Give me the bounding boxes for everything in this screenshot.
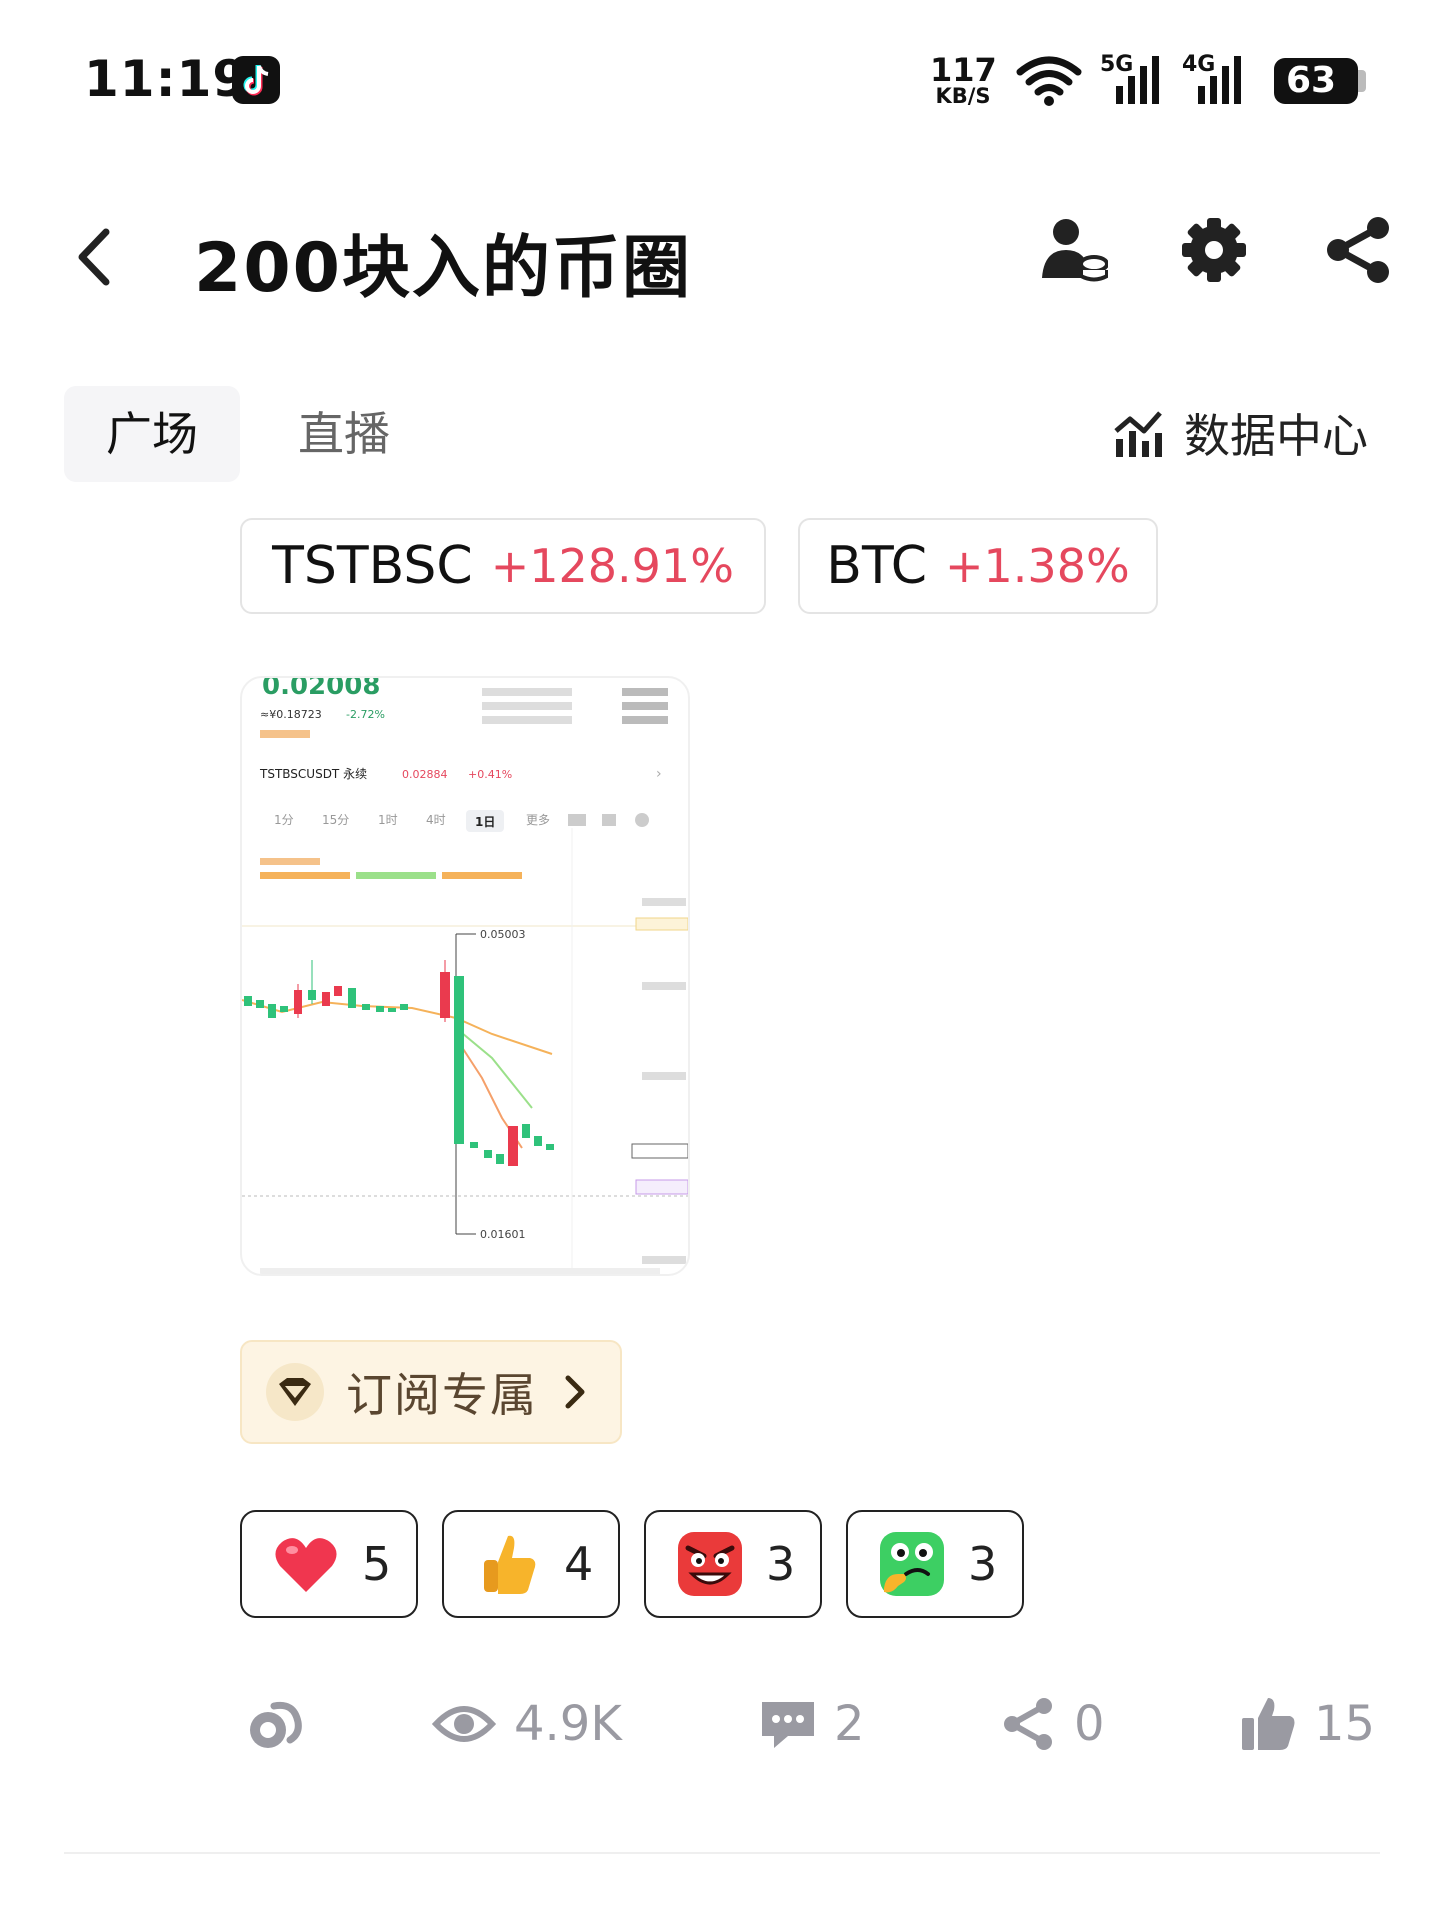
thumb-cny-change: -2.72% xyxy=(346,708,385,721)
ticker-symbol: TSTBSC xyxy=(272,536,473,596)
network-speed-unit: KB/S xyxy=(935,84,991,108)
ticker-change: +128.91% xyxy=(490,539,734,593)
battery-cap xyxy=(1358,70,1366,92)
post-image-thumbnail[interactable]: 0.02008 ≈¥0.18723 -2.72% TSTBSCUSDT 永续 0… xyxy=(240,676,690,1276)
share-count: 0 xyxy=(1074,1696,1105,1752)
reaction-count: 3 xyxy=(766,1537,796,1591)
thumb-cny-price: ≈¥0.18723 xyxy=(260,708,322,721)
comment-icon xyxy=(762,1702,814,1748)
ticker-chip-btc[interactable]: BTC +1.38% xyxy=(798,518,1158,614)
subscribe-exclusive-button[interactable]: 订阅专属 xyxy=(240,1340,622,1444)
wifi-icon xyxy=(1016,56,1082,106)
angry-face-icon xyxy=(678,1532,742,1596)
subscribe-label: 订阅专属 xyxy=(346,1368,538,1422)
reaction-heart[interactable]: 5 xyxy=(240,1510,418,1618)
thumb-high-label: 0.05003 xyxy=(480,928,526,941)
thumb-interval-15m: 15分 xyxy=(322,813,349,827)
reaction-count: 5 xyxy=(362,1537,392,1591)
reaction-count: 3 xyxy=(968,1537,998,1591)
battery-indicator: 63 xyxy=(1274,58,1358,104)
status-time: 11:19 xyxy=(84,50,249,108)
thinking-face-icon xyxy=(880,1532,944,1596)
thumb-low-label: 0.01601 xyxy=(480,1228,526,1241)
data-center-label: 数据中心 xyxy=(1184,409,1368,463)
thumb-interval-more: 更多 xyxy=(526,813,550,827)
back-arrow-icon[interactable] xyxy=(70,222,120,292)
thumb-interval-1d: 1日 xyxy=(475,815,495,829)
reaction-thumbs-up[interactable]: 4 xyxy=(442,1510,620,1618)
thumb-interval-4h: 4时 xyxy=(426,813,446,827)
divider xyxy=(64,1852,1380,1854)
reaction-angry[interactable]: 3 xyxy=(644,1510,822,1618)
reaction-count: 4 xyxy=(564,1537,594,1591)
share-icon xyxy=(1004,1698,1052,1750)
share-count-button[interactable]: 0 xyxy=(1000,1690,1105,1758)
comment-count: 2 xyxy=(834,1696,865,1752)
like-button[interactable]: 15 xyxy=(1240,1690,1375,1758)
like-count: 15 xyxy=(1314,1696,1376,1752)
ticker-symbol: BTC xyxy=(826,536,927,596)
thumb-interval-1m: 1分 xyxy=(274,813,294,827)
member-icon[interactable] xyxy=(1036,214,1108,286)
reaction-thinking[interactable]: 3 xyxy=(846,1510,1024,1618)
view-count-value: 4.9K xyxy=(514,1696,622,1752)
diamond-icon xyxy=(266,1363,324,1421)
ticker-chip-tstbsc[interactable]: TSTBSC +128.91% xyxy=(240,518,766,614)
eye-icon xyxy=(432,1706,496,1742)
page-title: 200块入的币圈 xyxy=(194,229,692,308)
data-center-link[interactable]: 数据中心 xyxy=(1112,398,1368,468)
thumb-pair-change: +0.41% xyxy=(468,768,512,781)
ticker-change: +1.38% xyxy=(945,539,1130,593)
chart-icon xyxy=(1114,411,1162,457)
thumb-price-top: 0.02008 xyxy=(262,678,380,701)
heart-icon xyxy=(275,1538,337,1592)
network-speed-value: 117 xyxy=(930,51,997,89)
svg-text:›: › xyxy=(656,766,662,782)
coin-icon xyxy=(250,1701,302,1748)
thumb-candles: 0.05003 0.01601 xyxy=(242,928,554,1241)
thumb-pair: TSTBSCUSDT 永续 xyxy=(259,767,367,781)
chevron-right-icon xyxy=(565,1375,585,1409)
candlestick-screenshot: 0.02008 ≈¥0.18723 -2.72% TSTBSCUSDT 永续 0… xyxy=(242,678,688,1274)
thumbs-up-emoji-icon xyxy=(484,1535,536,1594)
thumb-interval-1h: 1时 xyxy=(378,813,398,827)
view-count: 4.9K xyxy=(432,1690,622,1758)
tiktok-icon xyxy=(232,56,280,104)
share-icon[interactable] xyxy=(1322,214,1394,286)
gear-icon[interactable] xyxy=(1178,214,1250,286)
tip-coin-button[interactable] xyxy=(246,1690,320,1758)
comment-button[interactable]: 2 xyxy=(760,1690,865,1758)
like-icon xyxy=(1242,1698,1295,1750)
tab-plaza[interactable]: 广场 xyxy=(64,386,240,482)
signal-5g-icon: 5G xyxy=(1100,52,1162,106)
thumb-pair-price: 0.02884 xyxy=(402,768,448,781)
tab-live[interactable]: 直播 xyxy=(298,386,390,482)
signal-4g-icon: 4G xyxy=(1182,52,1244,106)
network-speed: 117 KB/S xyxy=(930,51,997,108)
